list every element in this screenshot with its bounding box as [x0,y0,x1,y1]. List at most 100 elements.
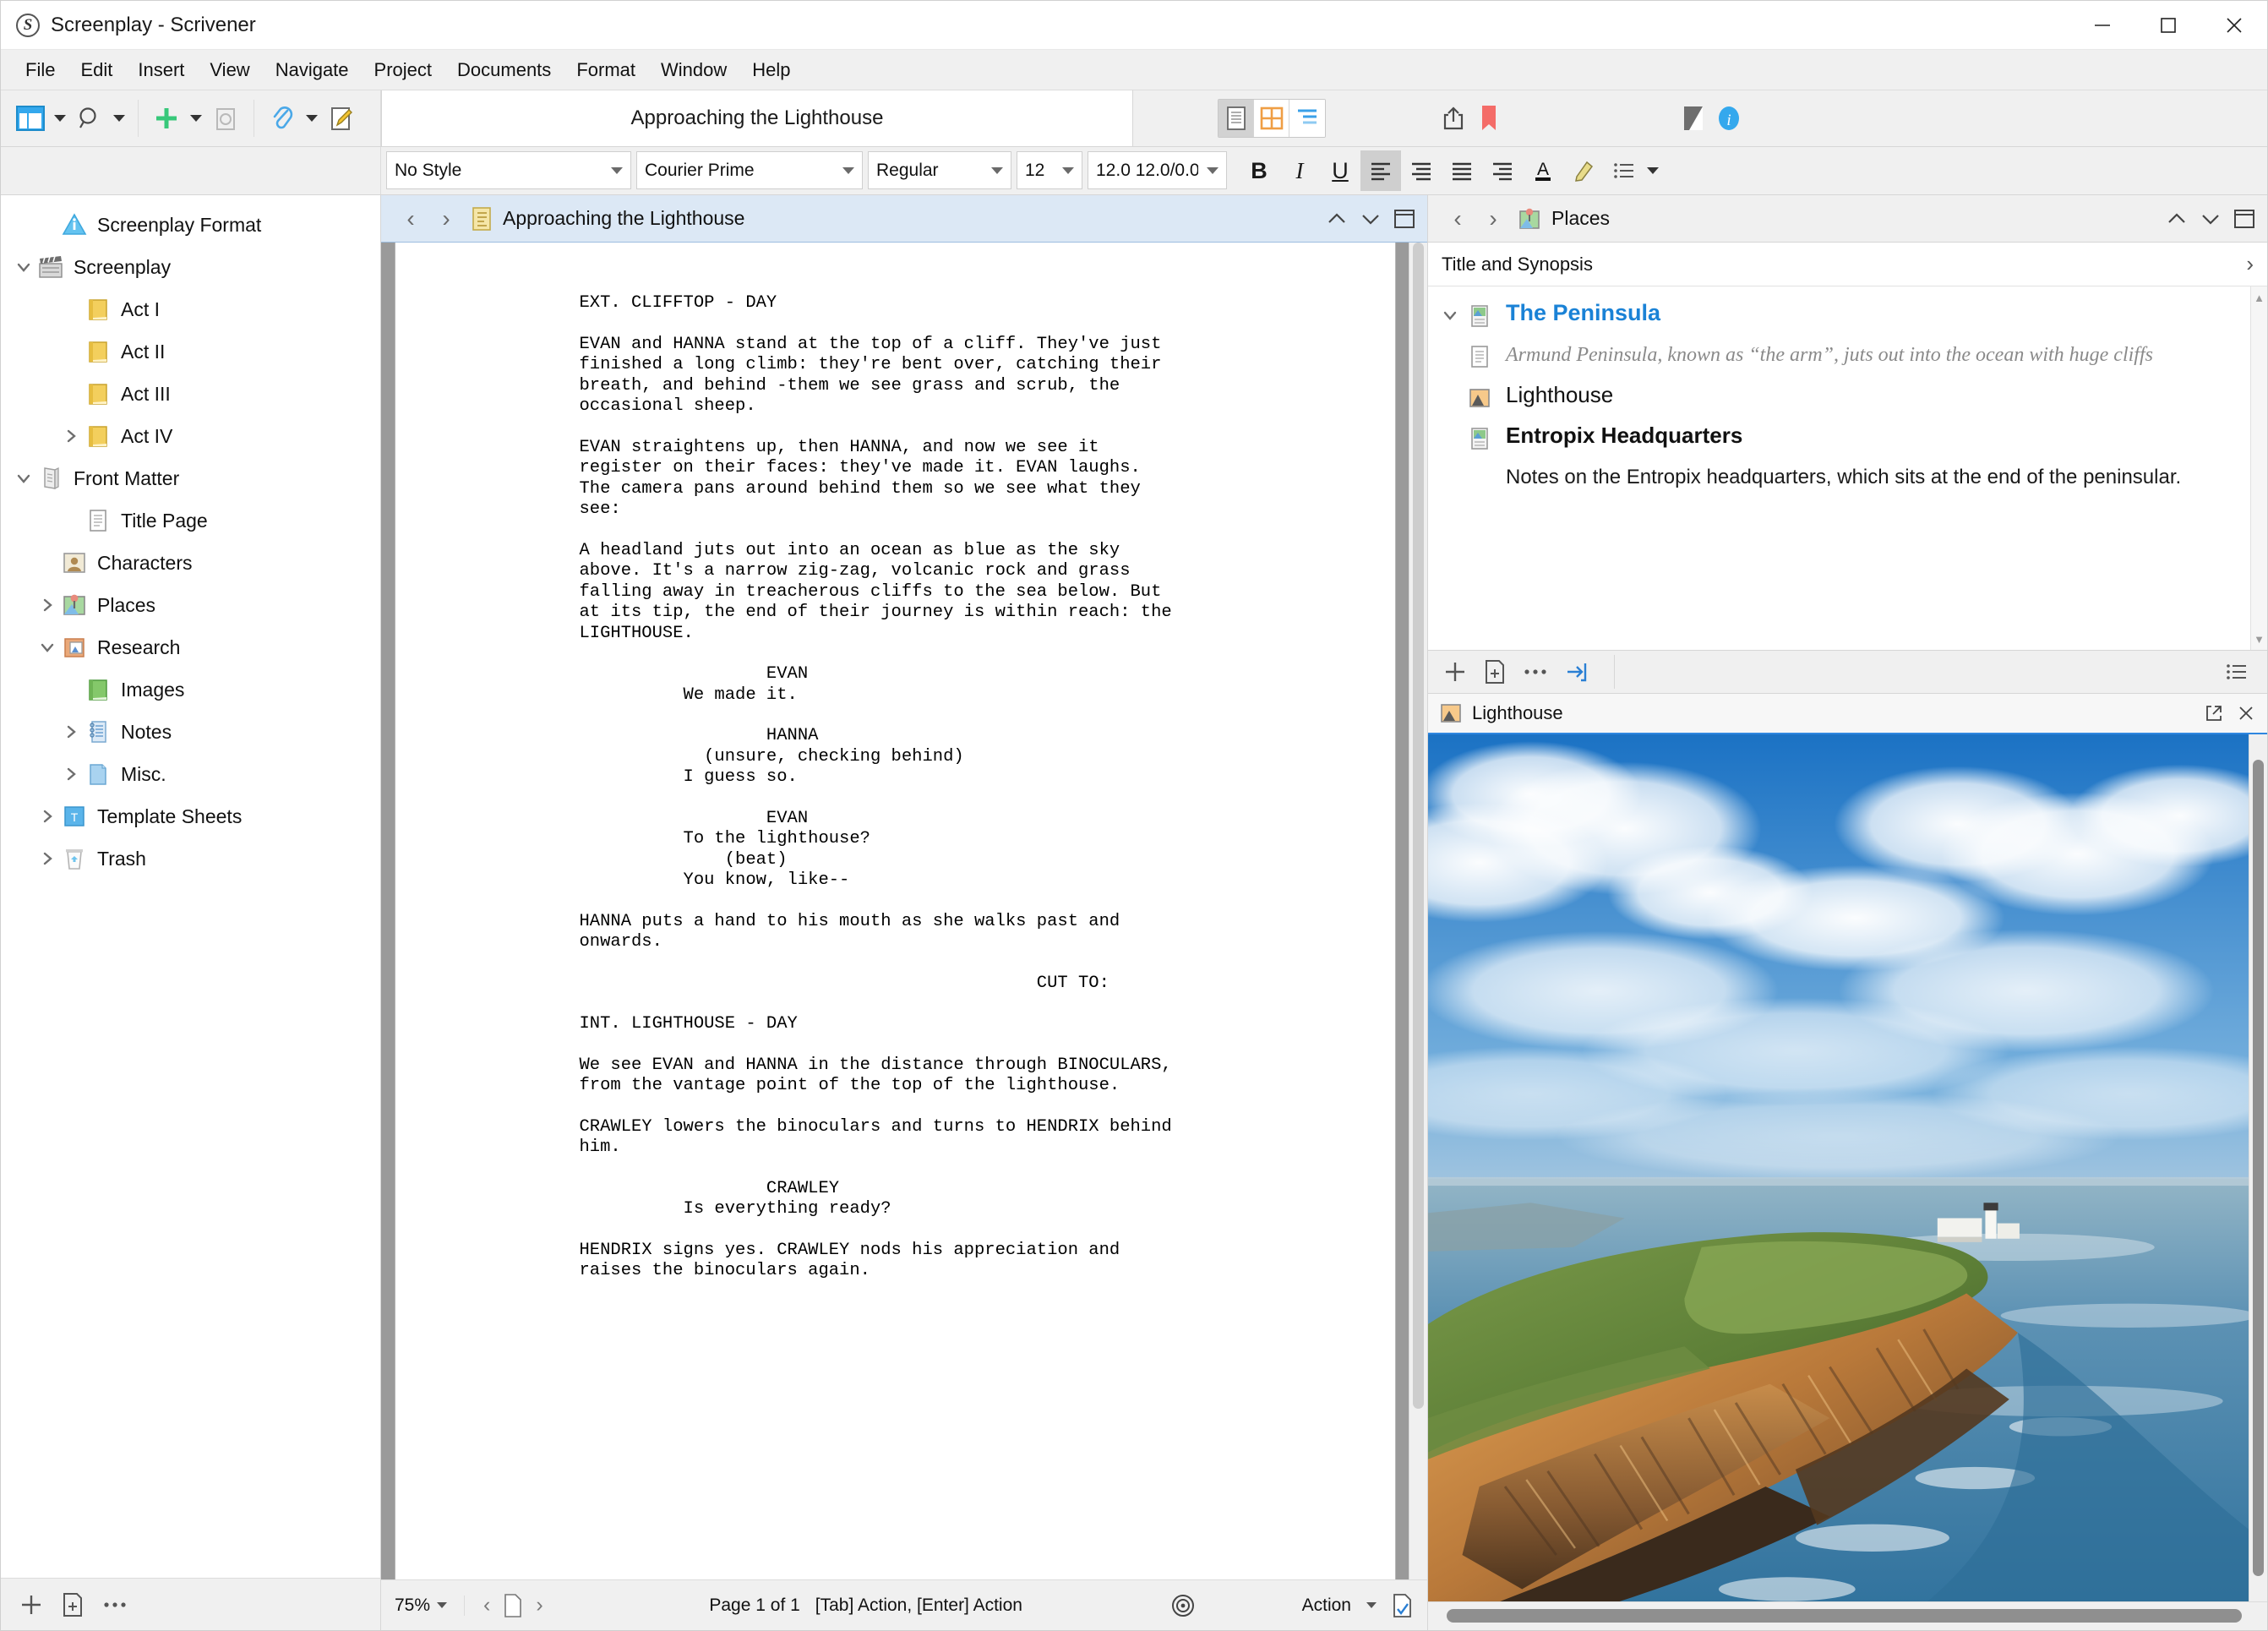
underline-button[interactable]: U [1320,150,1360,191]
font-dropdown[interactable]: Courier Prime [636,151,863,189]
binder-item-notes[interactable]: Notes [1,711,380,753]
inspector-entry[interactable]: Entropix Headquarters Notes on the Entrop… [1442,423,2228,493]
inspector-info-icon[interactable]: i [1711,99,1747,138]
font-weight-dropdown[interactable]: Regular [868,151,1011,189]
binder-item-screenplay-format[interactable]: Screenplay Format [1,204,380,246]
split-panel-icon[interactable] [2233,209,2255,229]
expand-down-icon[interactable] [2200,210,2222,227]
menu-help[interactable]: Help [739,54,803,86]
inspector-back-button[interactable]: ‹ [1440,205,1475,232]
inspector-entry[interactable]: Lighthouse [1442,382,2228,411]
inspector-twisty-icon[interactable] [1442,382,1467,389]
binder-twisty-icon[interactable] [35,639,60,656]
inspector-entry-title-row[interactable]: The Peninsula [1442,300,2228,329]
inspector-entry-title-row[interactable]: Entropix Headquarters [1442,423,2228,451]
inspector-twisty-icon[interactable] [1442,423,1467,429]
binder-item-act-iii[interactable]: Act III [1,373,380,415]
binder-item-images[interactable]: Images [1,668,380,711]
list-icon[interactable] [1604,150,1644,191]
inspector-vertical-scrollbar[interactable]: ▲ ▼ [2250,286,2267,650]
inspector-entry[interactable]: The Peninsula Armund Peninsula, known as … [1442,300,2228,370]
element-type-dropdown[interactable]: Action [1302,1596,1351,1616]
binder-item-act-ii[interactable]: Act II [1,330,380,373]
list-dropdown-caret-icon[interactable] [1644,151,1661,190]
menu-insert[interactable]: Insert [125,54,197,86]
expand-down-icon[interactable] [1360,210,1382,227]
binder-item-act-i[interactable]: Act I [1,288,380,330]
share-icon[interactable] [1436,99,1471,138]
align-right-icon[interactable] [1482,150,1523,191]
editor-page[interactable]: EXT. CLIFFTOP - DAY EVAN and HANNA stand … [394,243,1396,1579]
italic-button[interactable]: I [1279,150,1320,191]
attachment-icon[interactable] [264,99,300,138]
editor-vertical-scrollbar[interactable] [1409,243,1427,1579]
image-scrollbar-thumb[interactable] [2253,760,2264,1576]
binder-item-research[interactable]: Research [1,626,380,668]
close-icon[interactable] [2237,704,2255,723]
more-options-icon[interactable] [102,1600,128,1610]
inspector-entries[interactable]: The Peninsula Armund Peninsula, known as … [1428,286,2250,650]
binder-twisty-icon[interactable] [35,808,60,825]
previous-page-button[interactable]: ‹ [483,1593,490,1617]
lighthouse-photo[interactable] [1428,734,2249,1601]
menu-project[interactable]: Project [362,54,444,86]
binder-item-trash[interactable]: Trash [1,837,380,880]
binder-item-characters[interactable]: Characters [1,542,380,584]
editor-body[interactable]: EXT. CLIFFTOP - DAY EVAN and HANNA stand … [381,243,1427,1579]
list-view-icon[interactable] [2225,662,2249,682]
add-icon[interactable] [1443,660,1467,684]
compose-icon[interactable] [324,99,359,138]
composition-mode-icon[interactable] [1676,99,1711,138]
align-justify-icon[interactable] [1442,150,1482,191]
highlight-icon[interactable] [1563,150,1604,191]
binder-item-template-sheets[interactable]: T Template Sheets [1,795,380,837]
trash-icon[interactable] [208,99,243,138]
collapse-up-icon[interactable] [1326,210,1348,227]
collapse-up-icon[interactable] [2166,210,2188,227]
minimize-icon[interactable] [2069,1,2135,50]
inspector-entry-title-row[interactable]: Lighthouse [1442,382,2228,411]
maximize-icon[interactable] [2135,1,2201,50]
style-dropdown[interactable]: No Style [386,151,631,189]
binder-item-title-page[interactable]: Title Page [1,499,380,542]
more-options-icon[interactable] [1523,667,1548,677]
binder-twisty-icon[interactable] [35,850,60,867]
open-external-icon[interactable] [2205,704,2223,723]
align-center-icon[interactable] [1401,150,1442,191]
zoom-dropdown[interactable]: 75% [395,1595,466,1616]
layout-dropdown-caret-icon[interactable] [52,99,68,138]
menu-window[interactable]: Window [648,54,739,86]
text-color-icon[interactable]: A [1523,150,1563,191]
new-document-icon[interactable] [1484,659,1506,685]
bold-button[interactable]: B [1239,150,1279,191]
binder-twisty-icon[interactable] [58,428,84,445]
script-check-icon[interactable] [1392,1593,1414,1618]
next-page-button[interactable]: › [536,1593,542,1617]
line-spacing-dropdown[interactable]: 12.0 12.0/0.0 [1088,151,1227,189]
add-icon[interactable] [19,1593,43,1617]
binder-twisty-icon[interactable] [58,723,84,740]
close-icon[interactable] [2201,1,2267,50]
menu-file[interactable]: File [13,54,68,86]
image-horizontal-scrollbar[interactable] [1428,1601,2267,1630]
binder-twisty-icon[interactable] [11,470,36,487]
menu-documents[interactable]: Documents [444,54,564,86]
open-in-editor-icon[interactable] [1565,660,1590,684]
menu-navigate[interactable]: Navigate [263,54,362,86]
search-dropdown-caret-icon[interactable] [111,99,128,138]
add-dropdown-caret-icon[interactable] [188,99,204,138]
binder-item-places[interactable]: Places [1,584,380,626]
corkboard-view-icon[interactable] [1254,100,1289,137]
menu-edit[interactable]: Edit [68,54,125,86]
layout-panel-icon[interactable] [13,99,48,138]
menu-format[interactable]: Format [564,54,648,86]
split-editor-icon[interactable] [1393,209,1415,229]
editor-forward-button[interactable]: › [428,205,464,232]
binder-twisty-icon[interactable] [35,597,60,614]
outliner-view-icon[interactable] [1289,100,1325,137]
editor-scrollbar-thumb[interactable] [1413,243,1424,1409]
bookmark-icon[interactable] [1471,99,1507,138]
new-document-icon[interactable] [62,1592,84,1617]
document-view-icon[interactable] [1219,100,1254,137]
align-left-icon[interactable] [1360,150,1401,191]
